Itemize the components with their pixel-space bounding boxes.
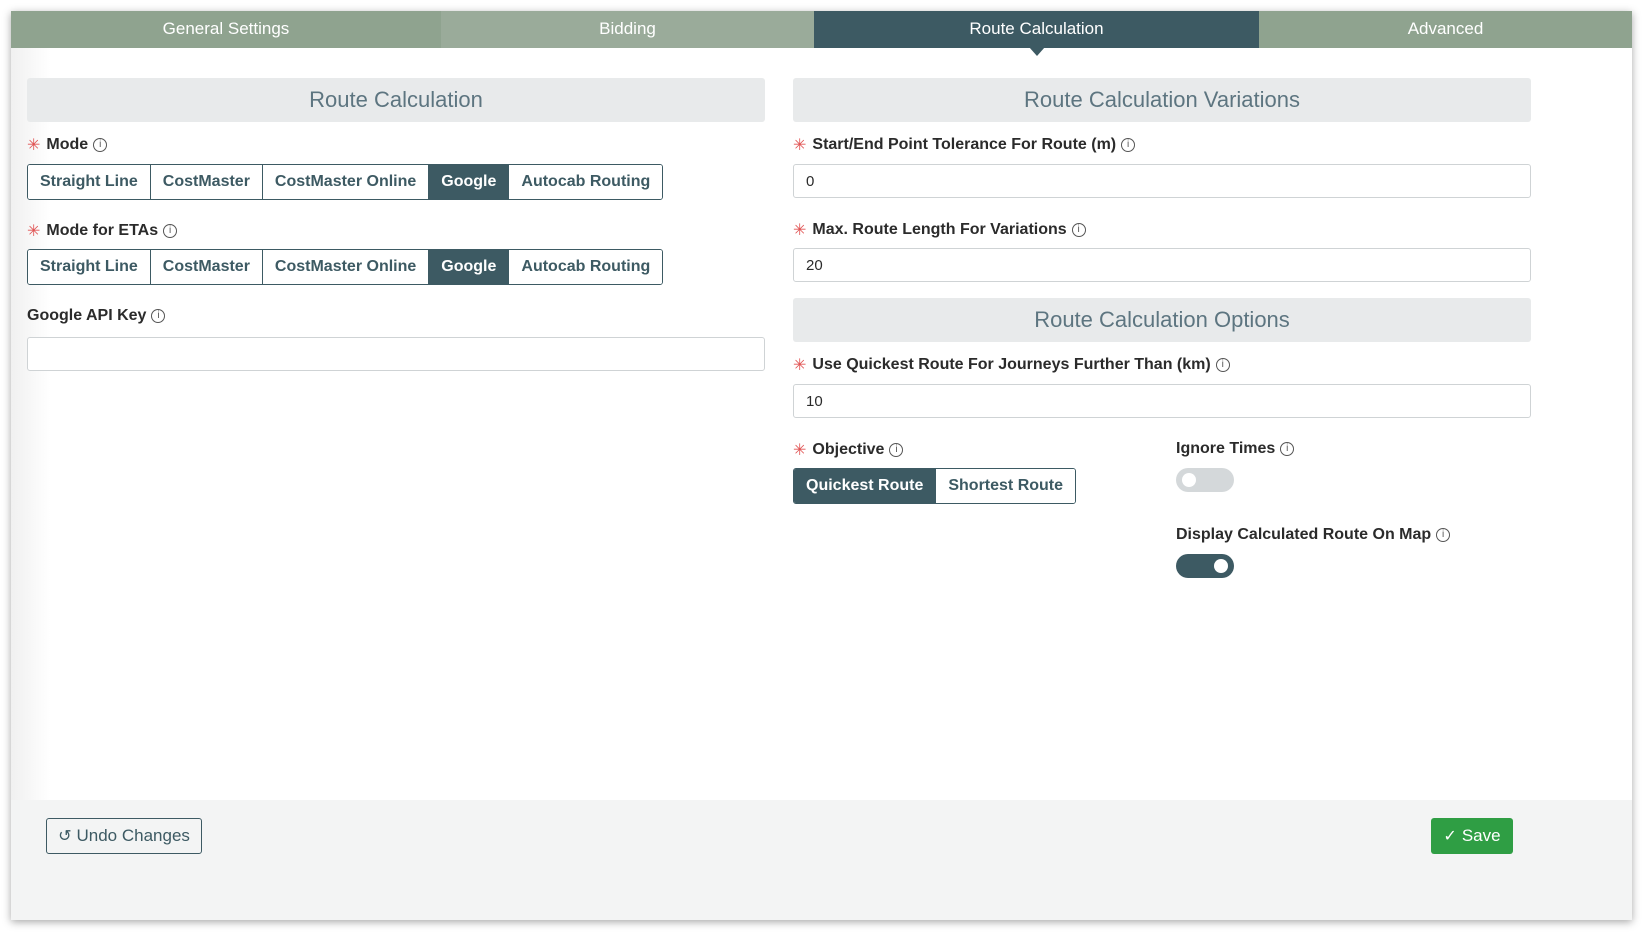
tolerance-label-text: Start/End Point Tolerance For Route (m)	[812, 136, 1117, 153]
eta-option-costmaster-online[interactable]: CostMaster Online	[262, 250, 430, 284]
objective-label-text: Objective	[812, 441, 885, 458]
tab-advanced[interactable]: Advanced	[1259, 11, 1632, 48]
route-calculation-header: Route Calculation	[27, 78, 765, 122]
info-icon[interactable]: i	[1071, 223, 1086, 237]
route-calculation-options-header: Route Calculation Options	[793, 298, 1531, 342]
tab-bar: General Settings Bidding Route Calculati…	[11, 11, 1632, 56]
display-route-toggle[interactable]	[1176, 554, 1234, 578]
save-button[interactable]: ✓ Save	[1431, 818, 1513, 854]
mode-selector: Straight Line CostMaster CostMaster Onli…	[27, 164, 664, 200]
ignore-times-label-text: Ignore Times	[1176, 440, 1276, 457]
tolerance-label: ✳ Start/End Point Tolerance For Route (m…	[793, 135, 1136, 155]
required-asterisk-icon: ✳	[793, 137, 807, 154]
info-icon[interactable]: i	[889, 443, 904, 457]
toggle-knob	[1182, 473, 1196, 487]
mode-label-text: Mode	[46, 136, 89, 153]
undo-icon: ↺	[58, 828, 72, 845]
required-asterisk-icon: ✳	[793, 442, 807, 459]
api-key-label-text: Google API Key	[27, 307, 147, 324]
info-icon[interactable]: i	[151, 309, 166, 323]
info-icon[interactable]: i	[1121, 138, 1136, 152]
eta-option-google[interactable]: Google	[429, 250, 510, 284]
route-calculation-variations-header: Route Calculation Variations	[793, 78, 1531, 122]
quickest-km-label-text: Use Quickest Route For Journeys Further …	[812, 356, 1211, 373]
tab-general-settings[interactable]: General Settings	[11, 11, 441, 48]
footer-bar: ↺ Undo Changes ✓ Save	[11, 800, 1632, 920]
mode-option-costmaster[interactable]: CostMaster	[150, 165, 263, 199]
mode-etas-label-text: Mode for ETAs	[46, 222, 159, 239]
eta-option-costmaster[interactable]: CostMaster	[150, 250, 263, 284]
info-icon[interactable]: i	[163, 224, 178, 238]
required-asterisk-icon: ✳	[793, 357, 807, 374]
ignore-times-label: Ignore Times i	[1176, 440, 1295, 458]
max-length-label: ✳ Max. Route Length For Variations i	[793, 220, 1086, 240]
objective-selector: Quickest Route Shortest Route	[793, 468, 1077, 504]
display-route-label-text: Display Calculated Route On Map	[1176, 526, 1432, 543]
display-route-label: Display Calculated Route On Map i	[1176, 526, 1451, 544]
save-label: Save	[1461, 826, 1501, 845]
settings-window: General Settings Bidding Route Calculati…	[11, 11, 1632, 920]
max-length-input[interactable]	[793, 248, 1531, 282]
mode-etas-label: ✳ Mode for ETAs i	[27, 221, 178, 241]
required-asterisk-icon: ✳	[793, 222, 807, 239]
undo-changes-button[interactable]: ↺ Undo Changes	[46, 818, 202, 854]
max-length-label-text: Max. Route Length For Variations	[812, 221, 1067, 238]
google-api-key-input[interactable]	[27, 337, 765, 371]
mode-option-costmaster-online[interactable]: CostMaster Online	[262, 165, 430, 199]
api-key-label: Google API Key i	[27, 307, 166, 325]
tab-bidding[interactable]: Bidding	[441, 11, 814, 48]
tab-route-calculation[interactable]: Route Calculation	[814, 11, 1259, 56]
ignore-times-toggle[interactable]	[1176, 468, 1234, 492]
quickest-km-label: ✳ Use Quickest Route For Journeys Furthe…	[793, 355, 1230, 375]
quickest-km-input[interactable]	[793, 384, 1531, 418]
mode-option-straight-line[interactable]: Straight Line	[28, 165, 151, 199]
mode-option-autocab-routing[interactable]: Autocab Routing	[509, 165, 663, 199]
required-asterisk-icon: ✳	[27, 137, 41, 154]
mode-option-google[interactable]: Google	[429, 165, 510, 199]
objective-option-shortest-route[interactable]: Shortest Route	[936, 469, 1076, 503]
mode-etas-selector: Straight Line CostMaster CostMaster Onli…	[27, 249, 664, 285]
eta-option-autocab-routing[interactable]: Autocab Routing	[509, 250, 663, 284]
info-icon[interactable]: i	[1280, 442, 1295, 456]
eta-option-straight-line[interactable]: Straight Line	[28, 250, 151, 284]
tolerance-input[interactable]	[793, 164, 1531, 198]
info-icon[interactable]: i	[1215, 358, 1230, 372]
mode-label: ✳ Mode i	[27, 135, 108, 155]
info-icon[interactable]: i	[1436, 528, 1451, 542]
required-asterisk-icon: ✳	[27, 223, 41, 240]
undo-label: Undo Changes	[76, 826, 190, 845]
objective-label: ✳ Objective i	[793, 440, 904, 460]
info-icon[interactable]: i	[93, 138, 108, 152]
toggle-knob	[1214, 559, 1228, 573]
objective-option-quickest-route[interactable]: Quickest Route	[794, 469, 937, 503]
check-circle-icon: ✓	[1443, 828, 1457, 845]
